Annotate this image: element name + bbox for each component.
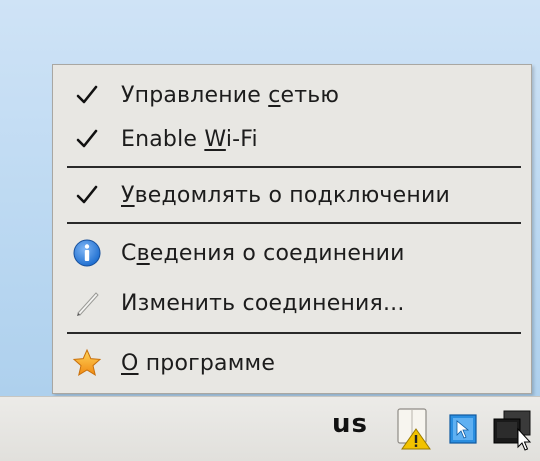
edit-pen-icon <box>71 287 103 319</box>
menu-item-notify-connection[interactable]: Уведомлять о подключении <box>53 173 531 217</box>
menu-item-label: Изменить соединения... <box>121 290 405 316</box>
network-warning-icon[interactable] <box>394 407 434 451</box>
menu-item-label: О программе <box>121 350 276 376</box>
network-context-menu: Управление сетью Enable Wi-Fi Уведомлять… <box>52 64 532 394</box>
menu-separator <box>67 166 521 168</box>
menu-item-manage-network[interactable]: Управление сетью <box>53 73 531 117</box>
network-manager-icon[interactable] <box>490 407 532 451</box>
menu-item-about[interactable]: О программе <box>53 341 531 385</box>
menu-item-label: Enable Wi-Fi <box>121 126 258 152</box>
menu-item-edit-connections[interactable]: Изменить соединения... <box>53 281 531 325</box>
cursor-window-icon[interactable] <box>444 407 484 451</box>
taskbar: us <box>0 396 540 461</box>
keyboard-layout-indicator[interactable]: us <box>332 409 368 439</box>
check-icon <box>71 123 103 155</box>
menu-item-label: Сведения о соединении <box>121 240 405 266</box>
menu-item-connection-info[interactable]: Сведения о соединении <box>53 231 531 275</box>
info-icon <box>71 237 103 269</box>
menu-separator <box>67 332 521 334</box>
star-icon <box>71 347 103 379</box>
menu-item-enable-wifi[interactable]: Enable Wi-Fi <box>53 117 531 161</box>
check-icon <box>71 79 103 111</box>
check-icon <box>71 179 103 211</box>
menu-item-label: Уведомлять о подключении <box>121 182 450 208</box>
menu-item-label: Управление сетью <box>121 82 340 108</box>
menu-separator <box>67 222 521 224</box>
